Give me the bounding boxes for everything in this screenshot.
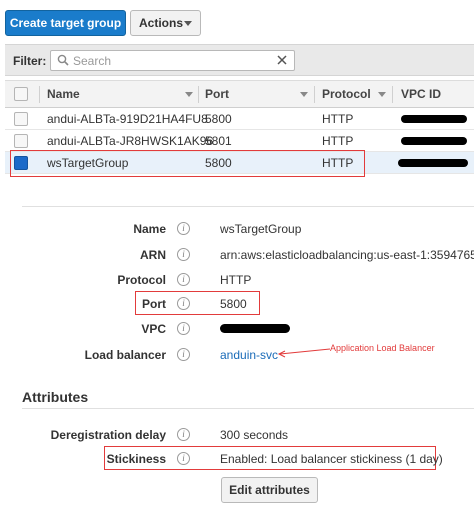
- table-header: Name Port Protocol VPC ID: [5, 80, 474, 108]
- detail-value-protocol: HTTP: [220, 273, 252, 287]
- divider: [22, 408, 474, 409]
- attr-label-stickiness: Stickiness: [106, 452, 166, 466]
- cell-name: andui-ALBTa-919D21HA4FU8: [47, 112, 208, 126]
- close-icon[interactable]: [276, 54, 288, 66]
- actions-label: Actions: [139, 16, 184, 30]
- info-icon[interactable]: i: [177, 297, 190, 310]
- select-all-checkbox[interactable]: [14, 87, 28, 101]
- cell-port: 5800: [205, 112, 232, 126]
- chevron-down-icon: [184, 21, 192, 26]
- redacted-vpc-id: [401, 137, 467, 145]
- table-row[interactable]: andui-ALBTa-JR8HWSK1AK96 5801 HTTP: [5, 130, 474, 152]
- search-icon: [57, 54, 69, 66]
- column-separator: [314, 86, 315, 103]
- attr-value-deregistration-delay: 300 seconds: [220, 428, 289, 442]
- sort-caret-icon[interactable]: [185, 92, 193, 97]
- annotation-label: Application Load Balancer: [330, 343, 435, 353]
- redacted-vpc-value: [220, 324, 290, 333]
- attr-value-stickiness: Enabled: Load balancer stickiness (1 day…: [220, 452, 443, 466]
- attributes-section-title: Attributes: [22, 389, 89, 405]
- cell-protocol: HTTP: [322, 134, 354, 148]
- cell-port: 5801: [205, 134, 232, 148]
- detail-value-arn: arn:aws:elasticloadbalancing:us-east-1:3…: [220, 248, 474, 262]
- column-header-vpc-id[interactable]: VPC ID: [401, 81, 441, 108]
- edit-attributes-button[interactable]: Edit attributes: [221, 477, 318, 503]
- row-checkbox-checked[interactable]: [14, 156, 28, 170]
- search-input[interactable]: [73, 52, 273, 69]
- divider: [22, 206, 474, 207]
- cell-port: 5800: [205, 156, 232, 170]
- table-row-selected[interactable]: wsTargetGroup 5800 HTTP: [5, 152, 474, 174]
- filter-label: Filter:: [13, 54, 47, 68]
- sort-caret-icon[interactable]: [378, 92, 386, 97]
- row-checkbox[interactable]: [14, 112, 28, 126]
- search-box[interactable]: [50, 50, 295, 71]
- target-groups-table: Name Port Protocol VPC ID andui-ALBTa-91…: [5, 80, 474, 174]
- row-checkbox[interactable]: [14, 134, 28, 148]
- column-separator: [392, 86, 393, 103]
- info-icon[interactable]: i: [177, 248, 190, 261]
- detail-label-vpc: VPC: [141, 322, 166, 336]
- cell-protocol: HTTP: [322, 156, 354, 170]
- attr-label-deregistration-delay: Deregistration delay: [50, 428, 166, 442]
- cell-name: andui-ALBTa-JR8HWSK1AK96: [47, 134, 214, 148]
- detail-label-protocol: Protocol: [117, 273, 166, 287]
- cell-protocol: HTTP: [322, 112, 354, 126]
- column-header-name[interactable]: Name: [47, 81, 80, 108]
- detail-label-arn: ARN: [140, 248, 166, 262]
- detail-label-port: Port: [142, 297, 166, 311]
- detail-value-port: 5800: [220, 297, 247, 311]
- detail-value-name: wsTargetGroup: [220, 222, 302, 236]
- info-icon[interactable]: i: [177, 222, 190, 235]
- sort-caret-icon[interactable]: [300, 92, 308, 97]
- redacted-vpc-id: [398, 159, 468, 167]
- column-separator: [198, 86, 199, 103]
- info-icon[interactable]: i: [177, 273, 190, 286]
- detail-label-load-balancer: Load balancer: [84, 348, 166, 362]
- redacted-vpc-id: [401, 115, 467, 123]
- info-icon[interactable]: i: [177, 322, 190, 335]
- info-icon[interactable]: i: [177, 452, 190, 465]
- column-header-protocol[interactable]: Protocol: [322, 81, 371, 108]
- toolbar: Create target group Actions: [0, 0, 474, 40]
- load-balancer-link[interactable]: anduin-svc: [220, 348, 278, 362]
- filter-bar: Filter:: [5, 44, 474, 76]
- actions-dropdown-button[interactable]: Actions: [130, 10, 201, 36]
- table-row[interactable]: andui-ALBTa-919D21HA4FU8 5800 HTTP: [5, 108, 474, 130]
- column-header-port[interactable]: Port: [205, 81, 229, 108]
- annotation-arrow-icon: [277, 348, 331, 358]
- info-icon[interactable]: i: [177, 348, 190, 361]
- info-icon[interactable]: i: [177, 428, 190, 441]
- column-separator: [39, 86, 40, 103]
- detail-label-name: Name: [133, 222, 166, 236]
- create-target-group-button[interactable]: Create target group: [5, 10, 126, 36]
- cell-name: wsTargetGroup: [47, 156, 129, 170]
